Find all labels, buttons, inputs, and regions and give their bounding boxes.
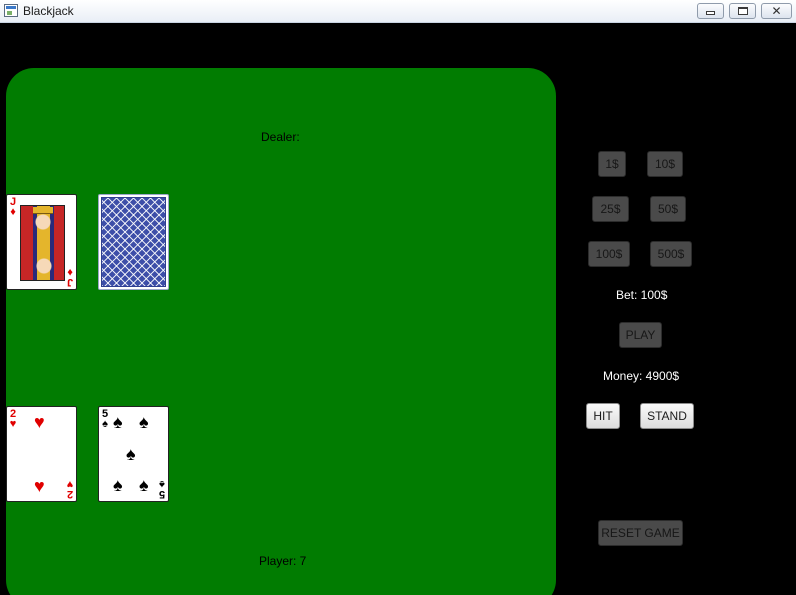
window-title: Blackjack bbox=[23, 4, 74, 18]
heart-icon: ♥ bbox=[66, 478, 74, 490]
blackjack-table bbox=[6, 68, 556, 595]
spade-icon: ♠ bbox=[113, 412, 123, 432]
heart-icon: ♥ bbox=[34, 476, 45, 496]
close-icon: ✕ bbox=[771, 4, 782, 18]
bet-10-button[interactable]: 10$ bbox=[647, 151, 683, 177]
card-corner-top: 2 ♥ bbox=[8, 409, 18, 430]
minimize-button[interactable] bbox=[697, 3, 724, 19]
spade-icon: ♠ bbox=[139, 475, 149, 495]
bet-100-button[interactable]: 100$ bbox=[588, 241, 630, 267]
app-window-icon bbox=[4, 4, 18, 17]
card-corner-bottom: J ♦ bbox=[65, 266, 75, 288]
player-card-2: 5 ♠ ♠ ♠ ♠ ♠ ♠ 5 ♠ bbox=[98, 406, 169, 502]
minimize-icon bbox=[706, 11, 715, 15]
spade-icon: ♠ bbox=[102, 418, 108, 430]
maximize-button[interactable] bbox=[729, 3, 756, 19]
card-corner-top: 5 ♠ bbox=[100, 409, 110, 430]
bet-25-button[interactable]: 25$ bbox=[592, 196, 629, 222]
money-text: Money: 4900$ bbox=[603, 369, 680, 383]
spade-icon: ♠ bbox=[159, 478, 165, 490]
card-corner-bottom: 2 ♥ bbox=[65, 478, 75, 500]
card-back-pattern bbox=[101, 197, 166, 287]
dealer-card-2-face-down bbox=[98, 194, 169, 290]
bet-1-button[interactable]: 1$ bbox=[598, 151, 626, 177]
bet-50-button[interactable]: 50$ bbox=[650, 196, 686, 222]
hit-button[interactable]: HIT bbox=[586, 403, 620, 429]
card-corner-bottom: 5 ♠ bbox=[157, 478, 167, 500]
spade-icon: ♠ bbox=[126, 444, 136, 464]
heart-icon: ♥ bbox=[9, 418, 17, 430]
bet-500-button[interactable]: 500$ bbox=[650, 241, 692, 267]
spade-icon: ♠ bbox=[113, 475, 123, 495]
jack-face-art bbox=[20, 205, 65, 281]
spade-icon: ♠ bbox=[139, 412, 149, 432]
bet-amount-text: Bet: 100$ bbox=[616, 288, 668, 302]
maximize-icon bbox=[737, 7, 748, 15]
diamond-icon: ♦ bbox=[67, 266, 73, 278]
dealer-card-1: J ♦ J ♦ bbox=[6, 194, 77, 290]
player-score-label: Player: 7 bbox=[259, 554, 307, 568]
stand-button[interactable]: STAND bbox=[640, 403, 694, 429]
player-card-1: 2 ♥ ♥ ♥ 2 ♥ bbox=[6, 406, 77, 502]
reset-game-button[interactable]: RESET GAME bbox=[598, 520, 683, 546]
dealer-label: Dealer: bbox=[261, 130, 300, 144]
card-corner-top: J ♦ bbox=[8, 197, 18, 218]
title-bar: Blackjack ✕ bbox=[0, 0, 796, 23]
diamond-icon: ♦ bbox=[10, 206, 16, 218]
heart-icon: ♥ bbox=[34, 412, 45, 432]
play-button[interactable]: PLAY bbox=[619, 322, 662, 348]
close-button[interactable]: ✕ bbox=[761, 3, 792, 19]
